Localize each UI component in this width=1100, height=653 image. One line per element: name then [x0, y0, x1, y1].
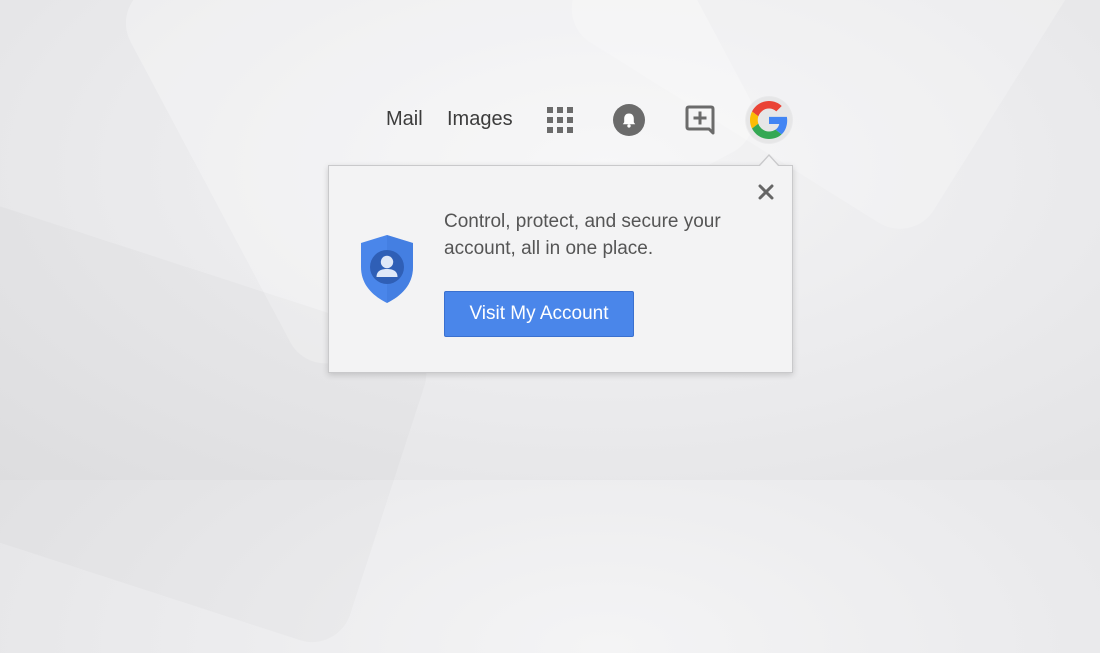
notifications-bell-icon[interactable] [613, 104, 645, 136]
account-shield-icon [361, 235, 413, 303]
popup-message: Control, protect, and secure your accoun… [444, 211, 721, 259]
google-account-button[interactable] [746, 97, 792, 143]
apps-grid-icon[interactable] [547, 107, 573, 133]
google-g-logo-icon [750, 101, 788, 139]
images-link[interactable]: Images [447, 107, 513, 131]
close-icon[interactable] [756, 182, 776, 202]
popup-arrow [759, 156, 779, 167]
visit-my-account-button[interactable]: Visit My Account [444, 291, 634, 337]
mail-link[interactable]: Mail [386, 107, 423, 131]
share-plus-icon[interactable] [684, 104, 718, 136]
